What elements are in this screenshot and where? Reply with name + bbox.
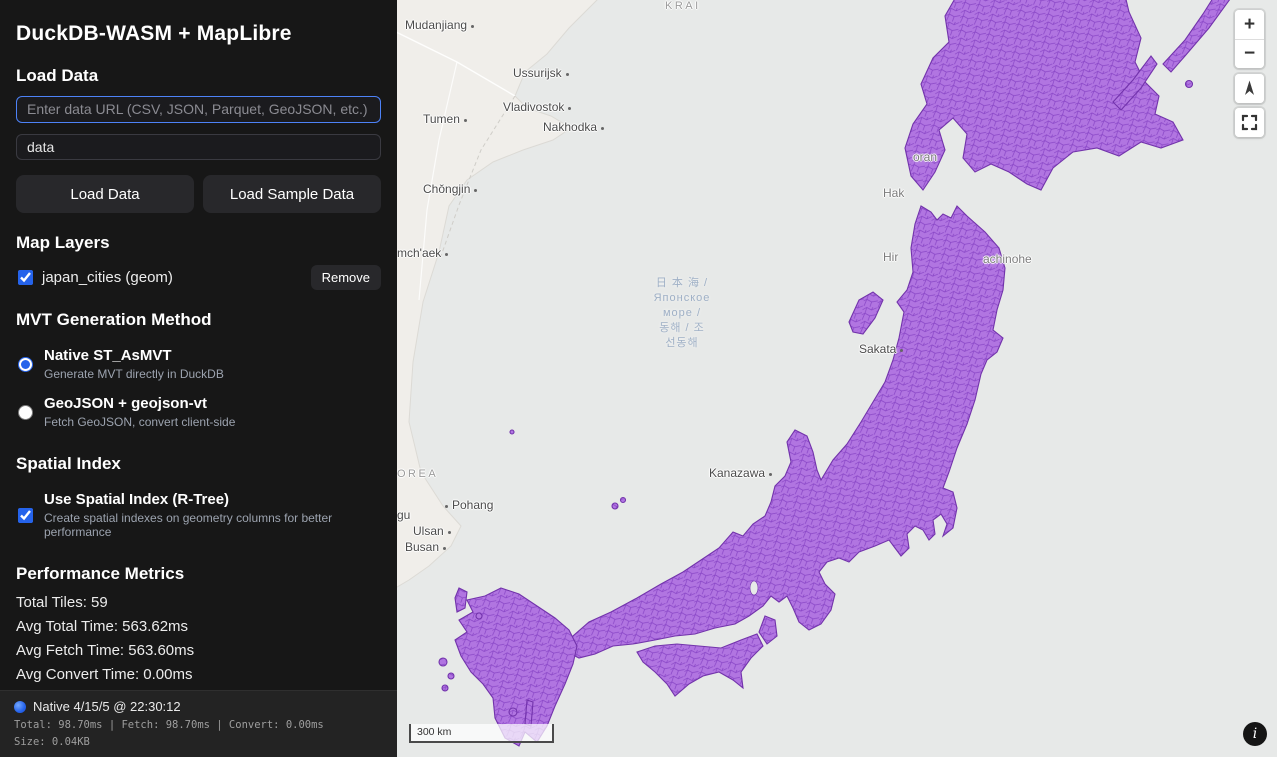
map-label-mudanjiang: Mudanjiang — [405, 18, 474, 32]
scale-bar: 300 km — [409, 724, 554, 743]
metric-total-tiles: Total Tiles: 59 — [16, 594, 381, 611]
map-canvas[interactable]: Mudanjiang KRAI Ussurijsk Vladivostok Tu… — [397, 0, 1277, 757]
zoom-out-button[interactable]: − — [1235, 39, 1264, 68]
remove-layer-button[interactable]: Remove — [311, 265, 381, 290]
compass-icon — [1235, 74, 1264, 103]
geojson-mvt-desc: Fetch GeoJSON, convert client-side — [44, 415, 235, 429]
native-mvt-label: Native ST_AsMVT — [44, 347, 224, 364]
mvt-option-geojson[interactable]: GeoJSON + geojson-vt Fetch GeoJSON, conv… — [18, 395, 381, 429]
layer-label: japan_cities (geom) — [42, 269, 173, 286]
table-name-input[interactable] — [16, 134, 381, 161]
sidebar: DuckDB-WASM + MapLibre Load Data Load Da… — [0, 0, 397, 757]
log-panel: Native 4/15/5 @ 22:30:12 Total: 98.70ms … — [0, 690, 397, 757]
map-label-chongjin: Chŏngjin — [423, 182, 477, 196]
lake-biwa — [750, 581, 758, 595]
spatial-index-toggle[interactable]: Use Spatial Index (R-Tree) Create spatia… — [18, 491, 381, 539]
sea-of-japan-label: 日 本 海 / Японское море / 동해 / 조 선동해 — [627, 276, 737, 351]
mvt-option-native[interactable]: Native ST_AsMVT Generate MVT directly in… — [18, 347, 381, 381]
spatial-index-checkbox[interactable] — [18, 508, 33, 523]
zoom-in-button[interactable]: + — [1235, 10, 1264, 39]
layer-row: japan_cities (geom) Remove — [18, 265, 381, 290]
map-label-hachinohe: achinohe — [983, 252, 1032, 266]
app-root: DuckDB-WASM + MapLibre Load Data Load Da… — [0, 0, 1277, 757]
performance-heading: Performance Metrics — [16, 564, 381, 584]
layer-visibility-checkbox[interactable] — [18, 270, 33, 285]
metric-avg-total: Avg Total Time: 563.62ms — [16, 618, 381, 635]
map-label-ulsan: Ulsan — [413, 524, 451, 538]
spatial-index-desc: Create spatial indexes on geometry colum… — [44, 511, 364, 539]
metric-avg-fetch: Avg Fetch Time: 563.60ms — [16, 642, 381, 659]
map-label-kimchaek: mch'aek — [397, 246, 448, 260]
attribution-button[interactable]: i — [1243, 722, 1267, 746]
spatial-index-text: Use Spatial Index (R-Tree) Create spatia… — [44, 491, 364, 539]
map-label-hakodate: Hak — [883, 186, 904, 200]
load-data-heading: Load Data — [16, 66, 381, 86]
map-label-krai: KRAI — [665, 0, 701, 12]
map-label-hirosaki: Hir — [883, 250, 898, 264]
zoom-control-group: + − — [1235, 10, 1264, 68]
log-entry-title-row: Native 4/15/5 @ 22:30:12 — [14, 699, 383, 714]
spatial-index-heading: Spatial Index — [16, 454, 381, 474]
geojson-mvt-label: GeoJSON + geojson-vt — [44, 395, 235, 412]
log-entry-timings: Total: 98.70ms | Fetch: 98.70ms | Conver… — [14, 719, 383, 731]
blue-circle-icon — [14, 701, 26, 713]
compass-control-group — [1235, 74, 1264, 103]
map-label-vladivostok: Vladivostok — [503, 100, 571, 114]
load-buttons-row: Load Data Load Sample Data — [16, 175, 381, 213]
native-mvt-desc: Generate MVT directly in DuckDB — [44, 367, 224, 381]
mvt-method-heading: MVT Generation Method — [16, 310, 381, 330]
geojson-mvt-radio[interactable] — [18, 405, 33, 420]
map-label-korea: OREA — [397, 468, 438, 480]
fullscreen-control-group — [1235, 108, 1264, 137]
spatial-index-label: Use Spatial Index (R-Tree) — [44, 491, 364, 508]
fullscreen-icon — [1235, 108, 1264, 137]
native-mvt-radio[interactable] — [18, 357, 33, 372]
map-label-sakata: Sakata — [859, 342, 903, 356]
mvt-option-geojson-text: GeoJSON + geojson-vt Fetch GeoJSON, conv… — [44, 395, 235, 429]
map-label-tumen: Tumen — [423, 112, 467, 126]
data-url-input[interactable] — [16, 96, 381, 123]
load-sample-data-button[interactable]: Load Sample Data — [203, 175, 381, 213]
app-title: DuckDB-WASM + MapLibre — [16, 22, 381, 46]
map-label-ussurijsk: Ussurijsk — [513, 66, 569, 80]
map-label-daegu: gu — [397, 508, 410, 522]
map-layers-heading: Map Layers — [16, 233, 381, 253]
mvt-option-native-text: Native ST_AsMVT Generate MVT directly in… — [44, 347, 224, 381]
compass-button[interactable] — [1235, 74, 1264, 103]
log-entry-size: Size: 0.04KB — [14, 736, 383, 748]
metric-avg-convert: Avg Convert Time: 0.00ms — [16, 666, 381, 683]
map-label-kanazawa: Kanazawa — [709, 466, 772, 480]
load-data-button[interactable]: Load Data — [16, 175, 194, 213]
log-entry-title: Native 4/15/5 @ 22:30:12 — [33, 699, 181, 714]
map-label-muroran: oran — [913, 150, 937, 164]
map-label-busan: Busan — [405, 540, 446, 554]
map-label-pohang: Pohang — [445, 498, 493, 512]
map-label-nakhodka: Nakhodka — [543, 120, 604, 134]
fullscreen-button[interactable] — [1235, 108, 1264, 137]
